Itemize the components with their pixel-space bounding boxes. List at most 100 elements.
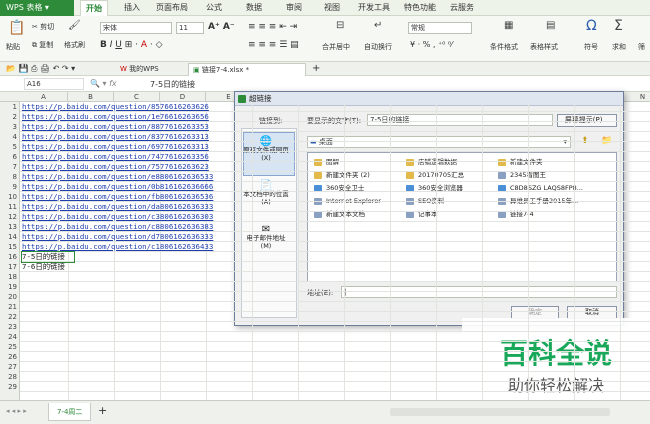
row-number[interactable]: 19 [0, 282, 20, 292]
tab-cloud[interactable]: 云服务 [444, 0, 480, 16]
number-format-select[interactable]: 常规 [408, 22, 472, 34]
brush-icon[interactable]: 🖌 [68, 20, 81, 31]
wrap-icon[interactable]: ↵ [374, 20, 382, 31]
hyperlink-cell[interactable]: https://p.baidu.com/question/c3806162636… [22, 212, 234, 222]
hyperlink-cell[interactable]: https://p.baidu.com/question/1e766162636… [22, 112, 234, 122]
column-header-n[interactable]: N [620, 92, 650, 102]
text-cell[interactable]: 7-5日的链接 [21, 251, 75, 263]
row-number[interactable]: 2 [0, 112, 20, 122]
row-number[interactable]: 3 [0, 122, 20, 132]
table-style-icon[interactable]: ▤ [546, 20, 555, 31]
tab-my-wps[interactable]: W 我的WPS [116, 63, 163, 76]
hyperlink-cell[interactable]: https://p.baidu.com/question/75776162636… [22, 162, 234, 172]
hyperlink-cell[interactable]: https://p.baidu.com/question/c1806162636… [22, 242, 234, 252]
column-header-b[interactable]: B [68, 92, 114, 102]
row-number[interactable]: 10 [0, 192, 20, 202]
row-number[interactable]: 14 [0, 232, 20, 242]
add-sheet-button[interactable]: + [98, 404, 107, 417]
tab-insert[interactable]: 插入 [118, 0, 146, 16]
sum-button[interactable]: 求和 [612, 42, 626, 52]
hyperlink-cell[interactable]: https://p.baidu.com/question/85766162636… [22, 102, 234, 112]
hyperlink-cell[interactable]: https://p.baidu.com/question/74776162633… [22, 152, 234, 162]
tab-data[interactable]: 数据 [240, 0, 268, 16]
row-number[interactable]: 8 [0, 172, 20, 182]
tab-workbook[interactable]: ▣ 链接7-4.xlsx * [188, 63, 306, 76]
tab-page-layout[interactable]: 页面布局 [152, 0, 192, 16]
font-name-select[interactable]: 宋体 [100, 22, 172, 34]
hyperlink-cell[interactable]: https://p.baidu.com/question/fb806162636… [22, 192, 234, 202]
quick-access-icons[interactable]: 📂 💾 ⎙ 🖨 ↶ ↷ ▾ [2, 63, 79, 76]
table-style-button[interactable]: 表格样式 [530, 42, 558, 52]
font-grow-button[interactable]: A⁺ A⁻ [208, 22, 235, 32]
sheet-nav-arrows[interactable]: ◂ ◂ ▸ ▸ [6, 407, 27, 415]
row-number[interactable]: 5 [0, 142, 20, 152]
row-number[interactable]: 4 [0, 132, 20, 142]
formula-input[interactable]: 7-5日的链接 [150, 79, 195, 90]
tab-view[interactable]: 视图 [318, 0, 346, 16]
cut-button[interactable]: ✂ 剪切 [32, 22, 54, 32]
hyperlink-cell[interactable]: https://p.baidu.com/question/d7806162636… [22, 232, 234, 242]
cond-format-icon[interactable]: ▦ [504, 20, 513, 31]
tab-formula[interactable]: 公式 [200, 0, 228, 16]
hyperlink-cell[interactable]: https://p.baidu.com/question/83776162633… [22, 132, 234, 142]
sigma-icon[interactable]: Σ [614, 18, 623, 34]
row-number[interactable]: 17 [0, 262, 20, 272]
text-cell[interactable]: 7-6日的链接 [22, 262, 234, 272]
name-box[interactable]: A16 [24, 78, 84, 90]
row-number[interactable]: 20 [0, 292, 20, 302]
row-number[interactable]: 27 [0, 362, 20, 372]
hyperlink-cell[interactable]: https://p.baidu.com/question/da806162636… [22, 202, 234, 212]
font-style-buttons[interactable]: B I U ⊞ · A · ◇ [100, 40, 163, 50]
row-number[interactable]: 18 [0, 272, 20, 282]
column-header-c[interactable]: C [114, 92, 160, 102]
row-number[interactable]: 13 [0, 222, 20, 232]
tab-developer[interactable]: 开发工具 [354, 0, 394, 16]
cond-format-button[interactable]: 条件格式 [490, 42, 518, 52]
tab-review[interactable]: 审阅 [280, 0, 308, 16]
font-size-select[interactable]: 11 [176, 22, 204, 34]
column-header-d[interactable]: D [160, 92, 206, 102]
row-number[interactable]: 1 [0, 102, 20, 112]
horizontal-scrollbar[interactable] [390, 408, 610, 416]
hyperlink-cell[interactable]: https://p.baidu.com/question/88776162633… [22, 122, 234, 132]
row-number[interactable]: 28 [0, 372, 20, 382]
row-number[interactable]: 25 [0, 342, 20, 352]
row-number[interactable]: 7 [0, 162, 20, 172]
tab-features[interactable]: 特色功能 [400, 0, 440, 16]
row-number[interactable]: 29 [0, 382, 20, 392]
hyperlink-cell[interactable]: https://p.baidu.com/question/e8806162636… [22, 172, 234, 182]
new-tab-button[interactable]: + [308, 63, 324, 76]
wrap-button[interactable]: 自动换行 [364, 42, 392, 52]
paste-icon[interactable]: 📋 [8, 20, 25, 36]
symbol-button[interactable]: 符号 [584, 42, 598, 52]
row-number[interactable]: 6 [0, 152, 20, 162]
row-number[interactable]: 16 [0, 252, 20, 262]
format-painter-button[interactable]: 格式刷 [64, 40, 85, 50]
hyperlink-cell[interactable]: https://p.baidu.com/question/0b816162636… [22, 182, 234, 192]
hyperlink-cell[interactable]: https://p.baidu.com/question/c8806162636… [22, 222, 234, 232]
row-number[interactable]: 15 [0, 242, 20, 252]
omega-icon[interactable]: Ω [586, 18, 597, 34]
app-menu-button[interactable]: WPS 表格 ▾ [0, 0, 74, 16]
hyperlink-cell[interactable]: https://p.baidu.com/question/69776162633… [22, 142, 234, 152]
row-number[interactable]: 12 [0, 212, 20, 222]
row-number[interactable]: 23 [0, 322, 20, 332]
align-top-buttons[interactable]: ≡ ≡ ≡ ⇤ ⇥ [248, 22, 297, 32]
row-number[interactable]: 24 [0, 332, 20, 342]
merge-icon[interactable]: ⊟ [336, 20, 344, 31]
formula-icons[interactable]: 🔍 ▾ fx [90, 79, 117, 88]
sheet-tab[interactable]: 7-4周二 [48, 403, 92, 421]
row-number[interactable]: 22 [0, 312, 20, 322]
align-buttons[interactable]: ≡ ≡ ≡ ☰ ▤ [248, 40, 299, 50]
merge-button[interactable]: 合并居中 [322, 42, 350, 52]
paste-button[interactable]: 粘贴 [6, 42, 20, 52]
number-buttons[interactable]: ¥ · % ‚ ⁺⁰ ⁰⁄ [410, 40, 452, 49]
row-number[interactable]: 26 [0, 352, 20, 362]
column-header-a[interactable]: A [20, 92, 68, 102]
copy-button[interactable]: ⧉ 复制 [32, 40, 53, 50]
filter-button[interactable]: 筛 [638, 42, 645, 52]
row-number[interactable]: 21 [0, 302, 20, 312]
tab-home[interactable]: 开始 [80, 0, 108, 16]
row-number[interactable]: 11 [0, 202, 20, 212]
row-number[interactable]: 9 [0, 182, 20, 192]
